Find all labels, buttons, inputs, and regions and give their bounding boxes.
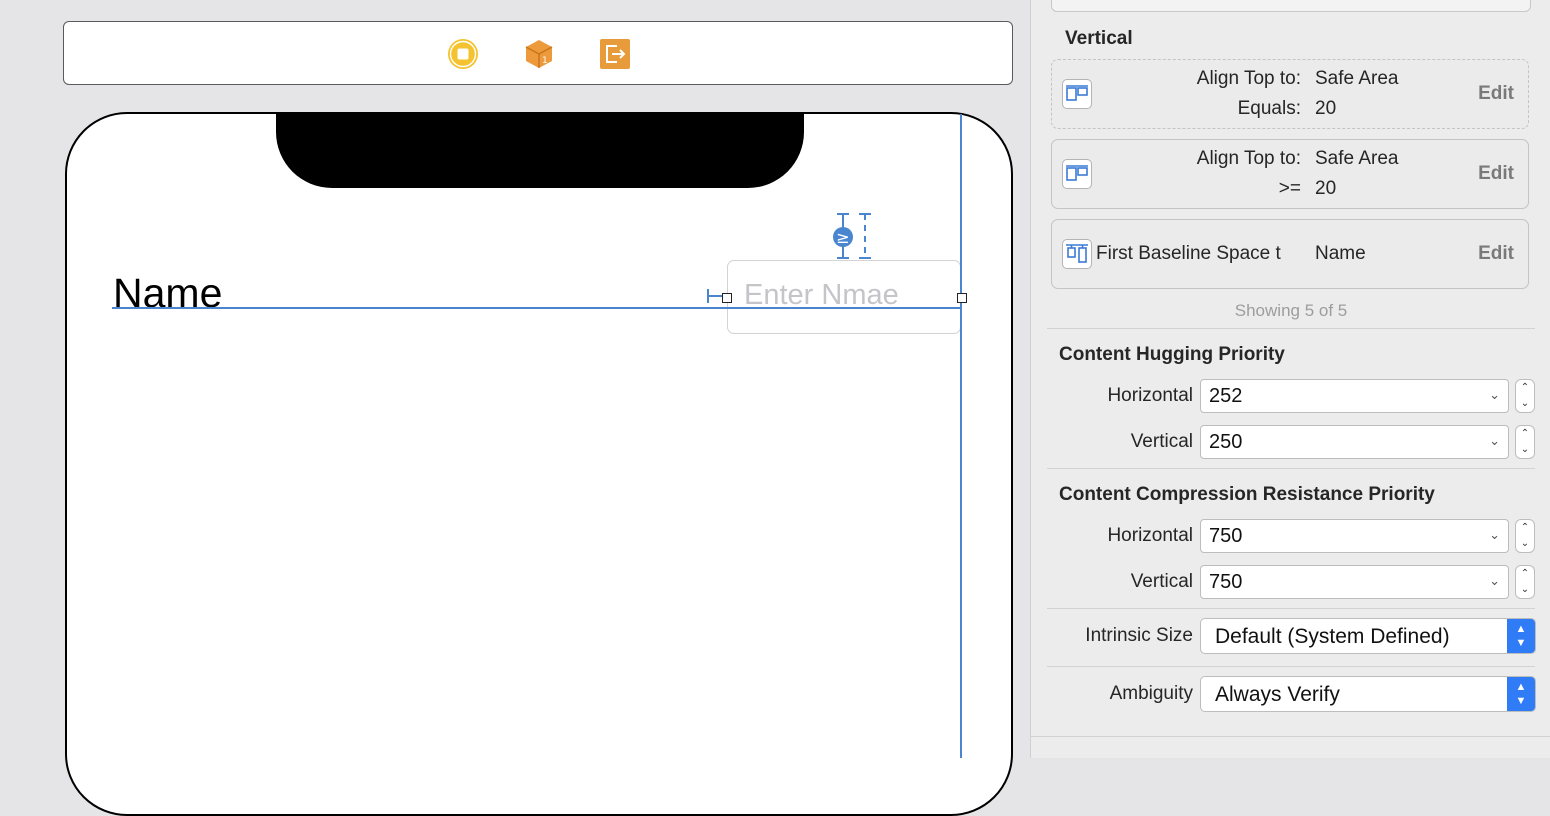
vertical-section-title: Vertical — [1065, 28, 1133, 49]
constraint-value-2: 20 — [1315, 178, 1337, 199]
name-text-field[interactable]: Enter Nmae — [727, 260, 961, 334]
align-top-icon — [1062, 79, 1092, 109]
hugging-section-title: Content Hugging Priority — [1059, 344, 1285, 365]
constraint-value-1: Name — [1315, 243, 1366, 264]
constraint-value-2: 20 — [1315, 98, 1337, 119]
stepper-down-icon[interactable]: ⌄ — [1516, 396, 1534, 412]
chevron-down-icon[interactable]: ⌄ — [1489, 527, 1500, 543]
align-top-icon — [1062, 159, 1092, 189]
constraint-label-2: Equals: — [1237, 98, 1301, 119]
compression-horizontal-label: Horizontal — [1107, 525, 1193, 546]
hugging-horizontal-combo[interactable]: 252 ⌄ — [1200, 379, 1509, 413]
divider — [1047, 328, 1535, 329]
divider — [1047, 468, 1535, 469]
resize-handle-right[interactable] — [957, 293, 967, 303]
stepper-up-icon[interactable]: ⌃ — [1516, 520, 1534, 536]
constraint-value-1: Safe Area — [1315, 68, 1399, 89]
stepper-down-icon[interactable]: ⌄ — [1516, 582, 1534, 598]
stepper-down-icon[interactable]: ⌄ — [1516, 442, 1534, 458]
divider — [1047, 608, 1535, 609]
stepper-up-icon[interactable]: ⌃ — [1516, 380, 1534, 396]
up-down-arrows-icon[interactable]: ▲ ▼ — [1507, 619, 1535, 653]
exit-icon[interactable] — [599, 38, 631, 70]
constraint-row[interactable]: Align Top to: Safe Area >= 20 Edit — [1051, 139, 1529, 209]
compression-vertical-combo[interactable]: 750 ⌄ — [1200, 565, 1509, 599]
scene-dock: 1 — [63, 21, 1013, 85]
edit-button[interactable]: Edit — [1478, 83, 1514, 105]
view-controller-icon[interactable] — [447, 38, 479, 70]
compression-horizontal-stepper[interactable]: ⌃ ⌄ — [1515, 519, 1535, 553]
constraint-row[interactable]: Align Top to: Safe Area Equals: 20 Edit — [1051, 59, 1529, 129]
first-responder-icon[interactable]: 1 — [523, 38, 555, 70]
compression-horizontal-combo[interactable]: 750 ⌄ — [1200, 519, 1509, 553]
combo-value: 750 — [1209, 571, 1243, 593]
hugging-vertical-stepper[interactable]: ⌃ ⌄ — [1515, 425, 1535, 459]
constraint-label-1: Align Top to: — [1196, 148, 1301, 169]
combo-value: 750 — [1209, 525, 1243, 547]
divider — [1047, 666, 1535, 667]
constraint-row[interactable]: First Baseline Space t Name Edit — [1051, 219, 1529, 289]
combo-value: 250 — [1209, 431, 1243, 453]
intrinsic-size-popup[interactable]: Default (System Defined) ▲ ▼ — [1200, 618, 1536, 654]
hugging-vertical-combo[interactable]: 250 ⌄ — [1200, 425, 1509, 459]
svg-text:1: 1 — [542, 56, 548, 66]
size-inspector: Vertical Align Top to: Safe Area Equals:… — [1030, 0, 1550, 758]
popup-value: Always Verify — [1215, 683, 1340, 706]
combo-value: 252 — [1209, 385, 1243, 407]
name-label[interactable]: Name — [113, 268, 222, 318]
constraint-count: Showing 5 of 5 — [1234, 301, 1348, 320]
constraint-label-1: Align Top to: — [1196, 68, 1301, 89]
constraint-label-2: >= — [1278, 178, 1301, 199]
device-notch — [276, 114, 804, 188]
intrinsic-size-label: Intrinsic Size — [1085, 625, 1193, 646]
chevron-down-icon[interactable]: ⌄ — [1489, 573, 1500, 589]
top-space-constraint-indicator[interactable]: ≥ — [828, 210, 878, 262]
compression-section-title: Content Compression Resistance Priority — [1059, 484, 1435, 505]
hugging-horizontal-label: Horizontal — [1107, 385, 1193, 406]
edit-button[interactable]: Edit — [1478, 243, 1514, 265]
stepper-up-icon[interactable]: ⌃ — [1516, 426, 1534, 442]
ambiguity-popup[interactable]: Always Verify ▲ ▼ — [1200, 676, 1536, 712]
up-down-arrows-icon[interactable]: ▲ ▼ — [1507, 677, 1535, 711]
constraint-value-1: Safe Area — [1315, 148, 1399, 169]
chevron-down-icon[interactable]: ⌄ — [1489, 387, 1500, 403]
popup-value: Default (System Defined) — [1215, 625, 1450, 648]
chevron-down-icon[interactable]: ⌄ — [1489, 433, 1500, 449]
storyboard-canvas[interactable]: 1 Name Enter Nmae ≥ — [0, 0, 1030, 816]
relation-badge: ≥ — [836, 228, 849, 247]
resize-handle-left[interactable] — [722, 293, 732, 303]
edit-button[interactable]: Edit — [1478, 163, 1514, 185]
baseline-constraint-line[interactable] — [112, 307, 962, 309]
first-baseline-icon — [1062, 239, 1092, 269]
hugging-horizontal-stepper[interactable]: ⌃ ⌄ — [1515, 379, 1535, 413]
stepper-down-icon[interactable]: ⌄ — [1516, 536, 1534, 552]
compression-vertical-stepper[interactable]: ⌃ ⌄ — [1515, 565, 1535, 599]
hugging-vertical-label: Vertical — [1130, 431, 1193, 452]
trailing-guide-line[interactable] — [960, 114, 962, 758]
constraint-label-1: First Baseline Space t — [1096, 243, 1281, 264]
ambiguity-label: Ambiguity — [1109, 683, 1193, 704]
compression-vertical-label: Vertical — [1130, 571, 1193, 592]
previous-constraint-row[interactable] — [1051, 0, 1531, 12]
divider — [1031, 736, 1550, 737]
stepper-up-icon[interactable]: ⌃ — [1516, 566, 1534, 582]
